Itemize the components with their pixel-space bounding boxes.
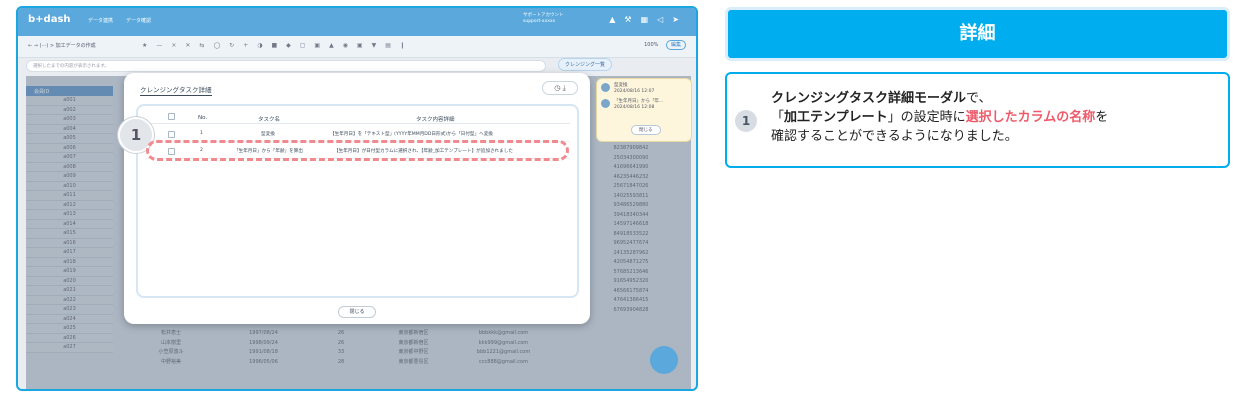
history-panel: 型変換 2024/08/16 12:07 「生年月日」から「年... 2024/08… [596,78,692,142]
header-no: No. [198,115,208,121]
detail-heading: 詳細 [725,7,1230,61]
search-input[interactable]: 選択したまでの内容が表示されます。 [26,60,546,72]
detail-number: 1 [735,110,757,132]
mascot-icon[interactable] [650,346,678,374]
cleansing-task-detail-modal: クレンジングタスク詳細 ◷ ⤓ No. タスク名 タスク内容詳細 1 型変換 【… [124,73,590,324]
header-task-detail: タスク内容詳細 [416,117,455,123]
account-info[interactable]: サポートアカウント support-xxxxx [523,13,564,25]
text-bold-modal: クレンジングタスク詳細モーダル [771,91,967,106]
breadcrumb-label: 加工データの作成 [55,43,96,49]
text-bold-template: 加工テンプレート [784,110,888,125]
toolbar-icons[interactable]: ★—×✕⇆◯↻+◑■◆▢▣▲◉▣▼▤❙ [142,42,414,49]
avatar [601,83,610,92]
history-time: 2024/08/16 12:08 [614,105,655,110]
nav-data-link[interactable]: データ連携 [88,17,113,24]
detail-box: 1 クレンジングタスク詳細モーダルで、 「加工テンプレート」の設定時に選択したカ… [725,72,1230,168]
quote-close: 」 [887,110,901,125]
quote-open: 「 [771,110,785,125]
row-task-name: 型変換 [261,132,275,137]
cleansing-list-chip[interactable]: クレンジング一覧 [558,58,613,71]
row-task-detail: 【生年月日】を「テキスト型」(YYYY年MM月DD日形式)から「日付型」へ変換 [330,132,493,137]
header-task-name: タスク名 [258,117,281,123]
avatar [601,99,610,108]
history-item[interactable]: 型変換 2024/08/16 12:07 [601,83,687,95]
modal-title: クレンジングタスク詳細 [140,86,212,96]
nav-data-check[interactable]: データ確認 [126,17,151,24]
task-table: No. タスク名 タスク内容詳細 1 型変換 【生年月日】を「テキスト型」(YY… [136,104,579,298]
history-item[interactable]: 「生年月日」から「年... 2024/08/16 12:08 [601,99,687,111]
detail-text: クレンジングタスク詳細モーダルで、 「加工テンプレート」の設定時に選択したカラム… [771,89,1108,146]
zoom-level[interactable]: 100% [644,42,658,48]
header-icons[interactable]: ▲⚒▦◁➤ [609,15,688,24]
modal-actions[interactable]: ◷ ⤓ [542,81,578,95]
row-checkbox[interactable] [168,131,175,138]
modal-close-button[interactable]: 閉じる [338,306,376,318]
text-plain: で、 [966,91,992,106]
select-all-checkbox[interactable] [168,113,175,120]
table-header: No. タスク名 タスク内容詳細 [146,112,570,124]
download-icon[interactable]: ⤓ [563,84,566,92]
edit-button[interactable]: 編集 [665,40,686,50]
text-highlight: 選択したカラムの名称 [965,110,1096,125]
history-close-button[interactable]: 閉じる [631,125,661,135]
history-time: 2024/08/16 12:07 [614,89,655,94]
toolbar-right: 100% 編集 [638,40,686,50]
logo: b+dash [28,14,71,25]
history-icon[interactable]: ◷ [554,84,560,92]
account-id: support-xxxxx [523,19,556,24]
breadcrumb[interactable]: ← → (···) > 加工データの作成 [28,42,96,49]
toolbar: ← → (···) > 加工データの作成 ★—×✕⇆◯↻+◑■◆▢▣▲◉▣▼▤❙… [18,36,696,58]
text-line: 確認することができるようになりました。 [771,129,1018,144]
chip-row: クレンジング一覧 [558,58,616,71]
highlight-dashed-outline [146,140,569,161]
text-plain: の設定時に [900,110,966,125]
top-bar: b+dash データ連携 データ確認 サポートアカウント support-xxx… [18,8,696,36]
text-plain: を [1095,110,1109,125]
row-no: 1 [200,131,203,136]
